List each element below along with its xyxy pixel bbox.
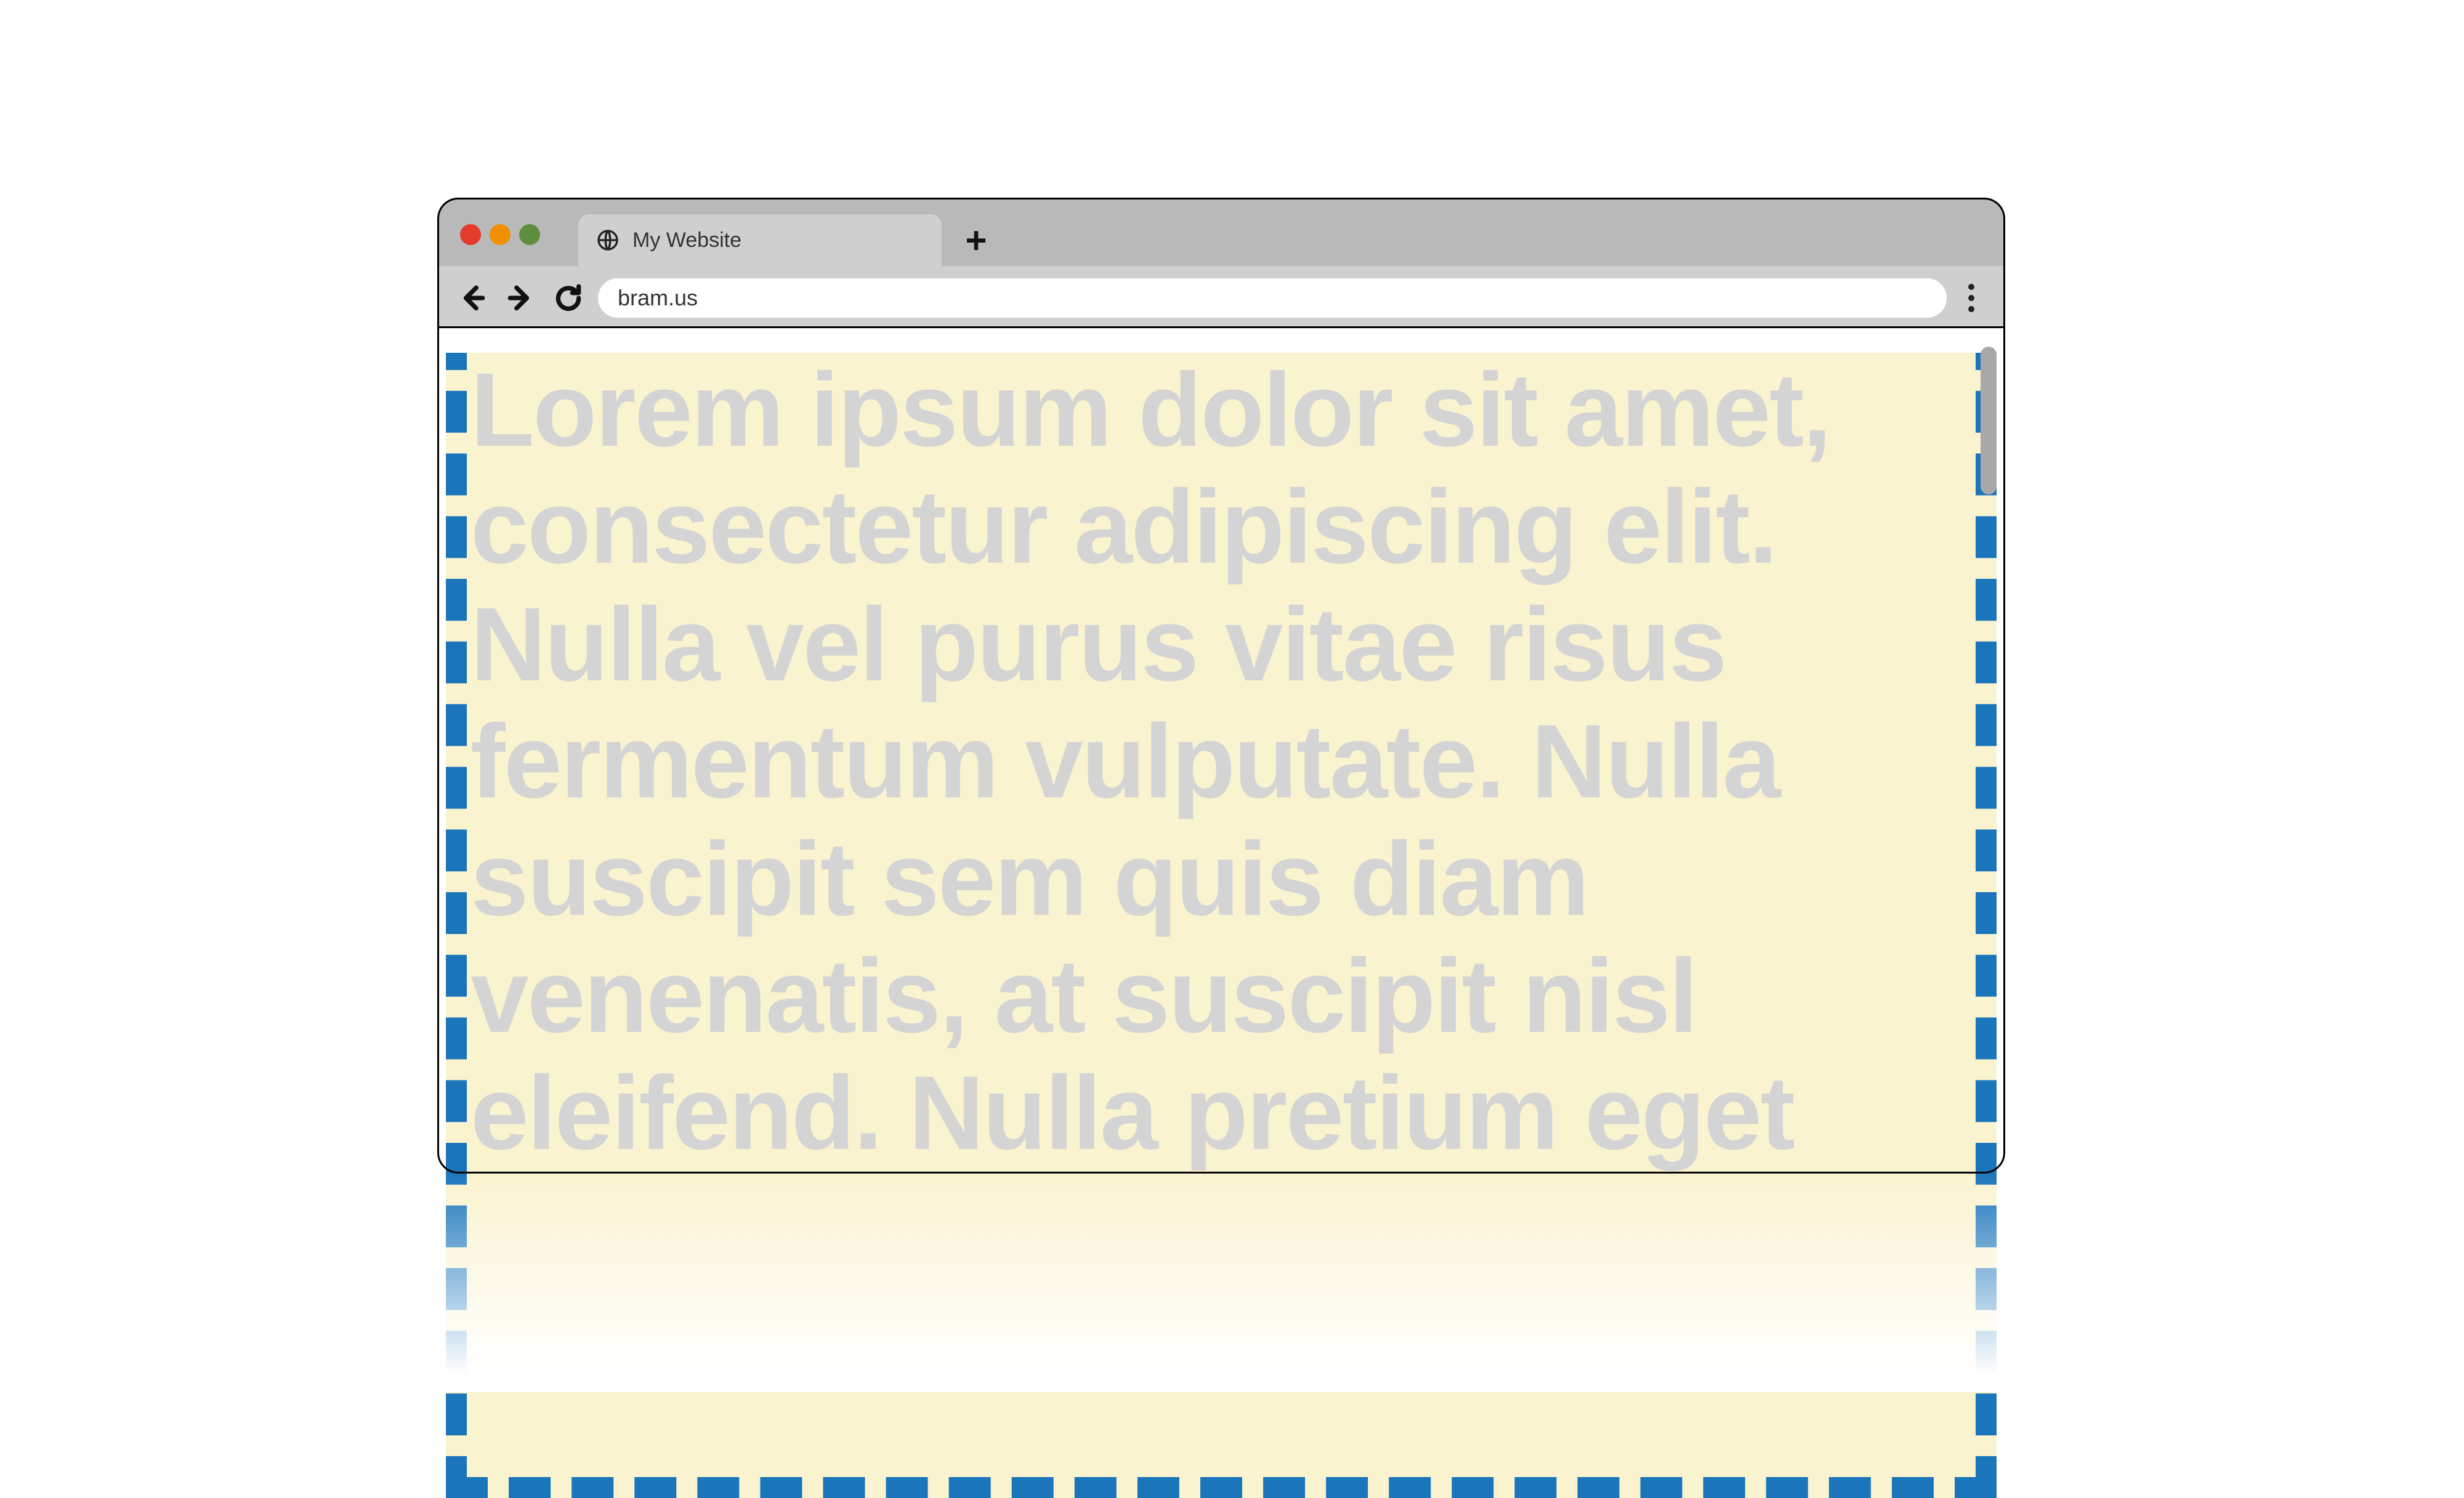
menu-button[interactable] <box>1958 280 1985 316</box>
new-tab-button[interactable]: + <box>958 222 995 259</box>
address-bar[interactable]: bram.us <box>598 278 1947 318</box>
tab-strip: My Website + <box>439 199 2003 266</box>
tab-my-website[interactable]: My Website <box>578 214 942 266</box>
favicon-icon <box>596 228 620 252</box>
forward-button[interactable] <box>502 280 539 316</box>
webpage-content: Lorem ipsum dolor sit amet, consectetur … <box>446 328 1997 1498</box>
plus-icon: + <box>965 219 987 262</box>
reload-button[interactable] <box>550 280 587 316</box>
kebab-dot <box>1968 306 1974 312</box>
window-controls[interactable] <box>460 224 540 245</box>
maximize-window-icon[interactable] <box>519 224 540 245</box>
minimize-window-icon[interactable] <box>490 224 511 245</box>
scrollbar-thumb[interactable] <box>1981 347 1997 494</box>
toolbar: bram.us <box>439 266 2003 328</box>
kebab-dot <box>1968 284 1974 290</box>
body-text: Lorem ipsum dolor sit amet, consectetur … <box>467 352 1976 1172</box>
kebab-dot <box>1968 295 1974 301</box>
scrollbar[interactable] <box>1981 336 1997 1159</box>
close-window-icon[interactable] <box>460 224 481 245</box>
tab-title: My Website <box>632 228 741 252</box>
url-text: bram.us <box>618 285 698 311</box>
browser-chrome: My Website + bram.us <box>437 198 2005 328</box>
back-button[interactable] <box>454 280 491 316</box>
